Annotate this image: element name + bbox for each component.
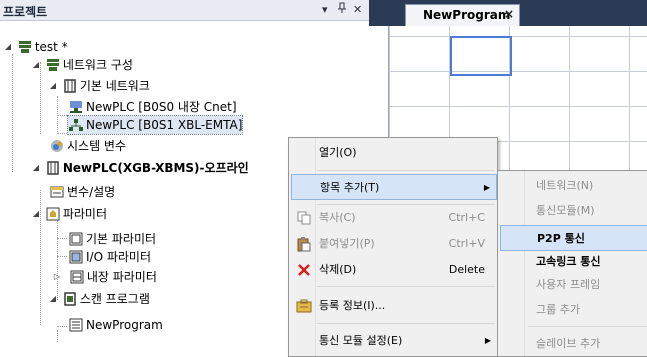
collapse-icon[interactable]: ◢ [48,290,58,308]
panel-header: 프로젝트 ▾ ✕ [0,0,369,21]
menu-copy-shortcut: Ctrl+C [448,211,485,224]
menu-item-add-item[interactable]: 항목 추가(T) ▶ [291,174,497,200]
ladder-cursor-cell[interactable] [450,36,512,76]
tree-scan-program-label: 스캔 프로그램 [79,292,150,306]
menu-reg-info-label: 등록 정보(I)... [319,299,386,312]
tree-plc-cnet-label: NewPLC [B0S0 내장 Cnet] [86,100,237,114]
scan-program-icon [63,292,77,306]
tree-plc-emta-label: NewPLC [B0S1 XBL-EMTA] [86,118,243,132]
menu-separator [317,286,495,287]
collapse-icon[interactable]: ◢ [31,159,41,177]
tab-close-icon[interactable]: × [504,7,514,21]
submenu-item-user-frame[interactable]: 사용자 프레임 [500,272,647,298]
plc-icon [46,161,60,175]
cnet-module-icon [69,100,83,114]
menu-copy-label: 복사(C) [319,211,356,224]
submenu-separator [528,326,647,327]
tree-item-basic-network[interactable]: ◢ 기본 네트워크 [48,77,150,95]
collapse-icon[interactable]: ◢ [31,205,41,223]
tree-io-params-label: I/O 파라미터 [86,250,152,264]
tree-params-label: 파라미터 [62,207,107,221]
collapse-icon[interactable]: ◢ [3,38,13,56]
tree-item-io-params[interactable]: I/O 파라미터 [68,248,151,266]
submenu-slave-add-label: 슬레이브 추가 [536,337,601,350]
collapse-icon[interactable]: ◢ [31,56,41,74]
tree-item-system-vars[interactable]: 시스템 변수 [49,137,126,155]
submenu-network-label: 네트워크(N) [536,179,594,192]
collapse-icon[interactable]: ◢ [48,77,58,95]
submenu-group-add-label: 그룹 추가 [536,303,580,316]
tree-item-plc-cnet[interactable]: NewPLC [B0S0 내장 Cnet] [68,98,237,116]
tree-network-config-label: 네트워크 구성 [62,58,133,72]
menu-item-copy[interactable]: 복사(C) Ctrl+C [291,205,497,231]
submenu-comm-module-label: 통신모듈(M) [536,204,595,217]
menu-comm-module-setting-label: 통신 모듈 설정(E) [319,334,403,347]
tree-item-params[interactable]: ◢ 파라미터 [31,205,107,223]
tree-system-vars-label: 시스템 변수 [67,139,127,153]
tree-item-plc-emta[interactable]: NewPLC [B0S1 XBL-EMTA] [66,115,244,135]
dropdown-icon[interactable]: ▾ [322,2,328,18]
basic-network-icon [63,79,77,93]
submenu-item-group-add[interactable]: 그룹 추가 [500,297,647,323]
program-icon [69,318,83,332]
menu-delete-label: 삭제(D) [319,263,357,276]
pin-icon[interactable] [337,2,347,19]
panel-title: 프로젝트 [3,5,48,19]
menu-separator [317,170,495,171]
network-config-icon [46,58,60,72]
tree-item-network-config[interactable]: ◢ 네트워크 구성 [31,56,133,74]
submenu-item-slave-add[interactable]: 슬레이브 추가 [500,331,647,357]
tree-new-program-label: NewProgram [86,318,163,332]
variable-list-icon [50,185,64,199]
menu-add-item-label: 항목 추가(T) [320,181,380,194]
tab-new-program[interactable]: NewProgram × [405,4,520,26]
tree-basic-params-label: 기본 파라미터 [86,232,157,246]
submenu-user-frame-label: 사용자 프레임 [536,278,601,291]
tree-item-plc-node[interactable]: ◢ NewPLC(XGB-XBMS)-오프라인 [31,159,249,177]
basic-parameter-icon [69,232,83,246]
tree-basic-network-label: 기본 네트워크 [79,79,150,93]
tree-item-new-program[interactable]: NewProgram [68,316,163,334]
menu-item-reg-info[interactable]: 등록 정보(I)... [291,293,497,319]
submenu-item-comm-module[interactable]: 통신모듈(M) [500,198,647,224]
paste-icon [296,236,312,252]
submenu-arrow-icon: ▶ [483,183,490,192]
menu-item-delete[interactable]: 삭제(D) Delete [291,257,497,283]
delete-icon [296,262,312,278]
system-variable-icon [50,139,64,153]
menu-paste-label: 붙여넣기(P) [319,237,375,250]
project-icon [18,40,32,54]
tree-item-root[interactable]: ◢ test * [3,38,68,56]
tab-strip: NewProgram × [369,0,647,26]
close-panel-icon[interactable]: ✕ [353,2,362,18]
submenu-item-network[interactable]: 네트워크(N) [500,173,647,199]
submenu-arrow-icon: ▶ [484,336,491,345]
menu-paste-shortcut: Ctrl+V [448,237,485,250]
io-parameter-icon [69,250,83,264]
tree-plc-node-label: NewPLC(XGB-XBMS)-오프라인 [62,161,249,175]
builtin-parameter-icon [70,270,84,284]
tree-item-basic-params[interactable]: 기본 파라미터 [68,230,156,248]
menu-item-comm-module-setting[interactable]: 통신 모듈 설정(E) ▶ [291,328,497,354]
tree-item-vars-desc[interactable]: 변수/설명 [49,183,115,201]
menu-separator [317,323,495,324]
tree-vars-desc-label: 변수/설명 [67,185,116,199]
copy-icon [296,210,312,226]
expand-icon[interactable]: ▷ [52,268,62,286]
tree-builtin-params-label: 내장 파라미터 [86,270,157,284]
menu-item-paste[interactable]: 붙여넣기(P) Ctrl+V [291,231,497,257]
context-menu: 열기(O) 항목 추가(T) ▶ 복사(C) Ctrl+C 붙여넣기(P) Ct… [288,137,498,357]
menu-delete-shortcut: Delete [448,263,485,276]
tree-item-builtin-params[interactable]: ▷ 내장 파라미터 [52,268,157,286]
tree-item-scan-program[interactable]: ◢ 스캔 프로그램 [48,290,150,308]
add-item-submenu: 네트워크(N) 통신모듈(M) P2P 통신 고속링크 통신 사용자 프레임 그… [497,170,647,357]
parameter-icon [46,207,60,221]
menu-item-open[interactable]: 열기(O) [291,140,497,166]
ethernet-module-icon [69,118,83,132]
submenu-item-p2p[interactable]: P2P 통신 [500,225,647,251]
properties-icon [296,298,312,314]
tab-label: NewProgram [423,8,511,22]
tree-root-label: test * [34,40,68,54]
menu-open-label: 열기(O) [319,146,357,159]
